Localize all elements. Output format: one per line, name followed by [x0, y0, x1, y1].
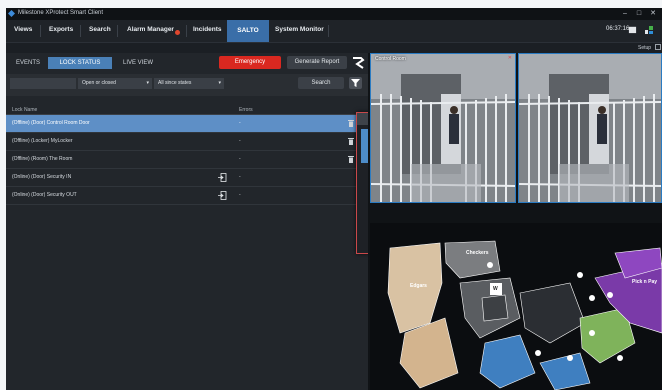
table-row[interactable]: (Online) (Door) Security IN -: [6, 169, 368, 187]
menu-salto-label: SALTO: [237, 27, 259, 34]
chevron-down-icon: ▾: [146, 80, 149, 86]
setup-row: Setup: [6, 43, 662, 53]
emergency-button[interactable]: Emergency: [219, 56, 281, 69]
menu-divider: [80, 25, 81, 37]
state-select[interactable]: Open or closed ▾: [78, 78, 152, 89]
setup-button[interactable]: Setup: [638, 45, 651, 51]
camera-feed-image: [519, 54, 661, 202]
table-row[interactable]: (Online) (Door) Security OUT -: [6, 187, 368, 205]
errors-cell: -: [239, 156, 241, 162]
door-exit-icon: [218, 173, 227, 182]
menu-divider: [117, 25, 118, 37]
setup-checkbox[interactable]: [655, 44, 661, 50]
chevron-down-icon: ▾: [218, 80, 221, 86]
errors-cell: -: [239, 138, 241, 144]
salto-logo-icon: [353, 57, 365, 69]
clock: 06:37:16: [606, 26, 630, 32]
floor-map[interactable]: Checkers Edgars Pick n Pay W: [370, 223, 662, 390]
salto-panel: EVENTS LOCK STATUS LIVE VIEW Emergency G…: [6, 53, 368, 390]
title-bar: Milestone XProtect Smart Client – □ ✕: [6, 8, 662, 20]
tab-live-view[interactable]: LIVE VIEW: [116, 57, 160, 69]
map-label-edgars: Edgars: [410, 283, 427, 289]
menu-system-monitor[interactable]: System Monitor: [275, 26, 324, 33]
column-lock-name[interactable]: Lock Name: [12, 107, 37, 113]
table-row[interactable]: (Offline) (Room) The Room -: [6, 151, 368, 169]
search-input[interactable]: [10, 78, 76, 89]
video-and-map-panel: Control Room ✕ ND: [368, 53, 662, 390]
menu-views[interactable]: Views: [14, 26, 32, 33]
table-row[interactable]: (Offline) (Locker) MyLocker -: [6, 133, 368, 151]
camera-tool-icon[interactable]: [628, 25, 637, 34]
lock-name-cell: (Offline) (Door) Control Room Door: [12, 120, 90, 126]
generate-report-button[interactable]: Generate Report: [287, 56, 347, 69]
menu-divider: [186, 25, 187, 37]
map-label-checkers: Checkers: [466, 250, 489, 256]
trash-icon[interactable]: [348, 155, 354, 163]
app-window: Milestone XProtect Smart Client – □ ✕ Vi…: [6, 8, 662, 390]
camera-title: Control Room: [375, 56, 406, 62]
trash-icon[interactable]: [348, 137, 354, 145]
errors-cell: -: [239, 192, 241, 198]
camera-close-icon[interactable]: ✕: [508, 55, 512, 61]
camera-feed-image: [371, 54, 515, 202]
since-select-value: All since states: [158, 80, 192, 86]
column-errors[interactable]: Errors: [239, 107, 253, 113]
lock-name-cell: (Offline) (Locker) MyLocker: [12, 138, 73, 144]
errors-cell: -: [239, 174, 241, 180]
filter-icon: [351, 79, 360, 87]
close-icon[interactable]: ✕: [646, 8, 660, 20]
maximize-icon[interactable]: □: [632, 8, 646, 20]
lock-name-cell: (Online) (Door) Security OUT: [12, 192, 77, 198]
menu-incidents[interactable]: Incidents: [193, 26, 222, 33]
lock-name-cell: (Offline) (Room) The Room: [12, 156, 73, 162]
floor-map-image: [370, 223, 662, 390]
lock-name-cell: (Online) (Door) Security IN: [12, 174, 72, 180]
menu-bar: Views Exports Search Alarm Manager Incid…: [6, 20, 662, 43]
menu-alarm-manager[interactable]: Alarm Manager: [127, 26, 174, 33]
trash-icon[interactable]: [348, 119, 354, 127]
window-title: Milestone XProtect Smart Client: [18, 10, 104, 16]
status-icon[interactable]: [644, 25, 654, 35]
menu-search[interactable]: Search: [89, 26, 111, 33]
menu-salto[interactable]: SALTO: [227, 20, 269, 42]
menu-exports[interactable]: Exports: [49, 26, 73, 33]
filter-button[interactable]: [349, 77, 362, 89]
door-exit-icon: [218, 191, 227, 200]
table-row[interactable]: (Offline) (Door) Control Room Door -: [6, 115, 368, 133]
errors-cell: -: [239, 120, 241, 126]
map-label-pick-n-pay: Pick n Pay: [632, 279, 658, 285]
app-logo-icon: [8, 10, 15, 17]
minimize-icon[interactable]: –: [618, 8, 632, 20]
alarm-indicator-icon: [175, 30, 180, 35]
search-button[interactable]: Search: [298, 77, 344, 89]
menu-divider: [40, 25, 41, 37]
camera-view-1[interactable]: Control Room ✕: [370, 53, 516, 203]
menu-divider: [328, 25, 329, 37]
lock-table: (Offline) (Door) Control Room Door - (Offl…: [6, 115, 368, 205]
filter-bar: Open or closed ▾ All since states ▾ Sear…: [6, 74, 368, 96]
map-label-w: W: [493, 286, 498, 292]
tab-lock-status[interactable]: LOCK STATUS: [48, 57, 112, 69]
state-select-value: Open or closed: [82, 80, 116, 86]
camera-view-2[interactable]: [518, 53, 662, 203]
table-header: Lock Name Errors: [6, 106, 368, 115]
tab-events[interactable]: EVENTS: [10, 57, 46, 69]
since-select[interactable]: All since states ▾: [154, 78, 224, 89]
